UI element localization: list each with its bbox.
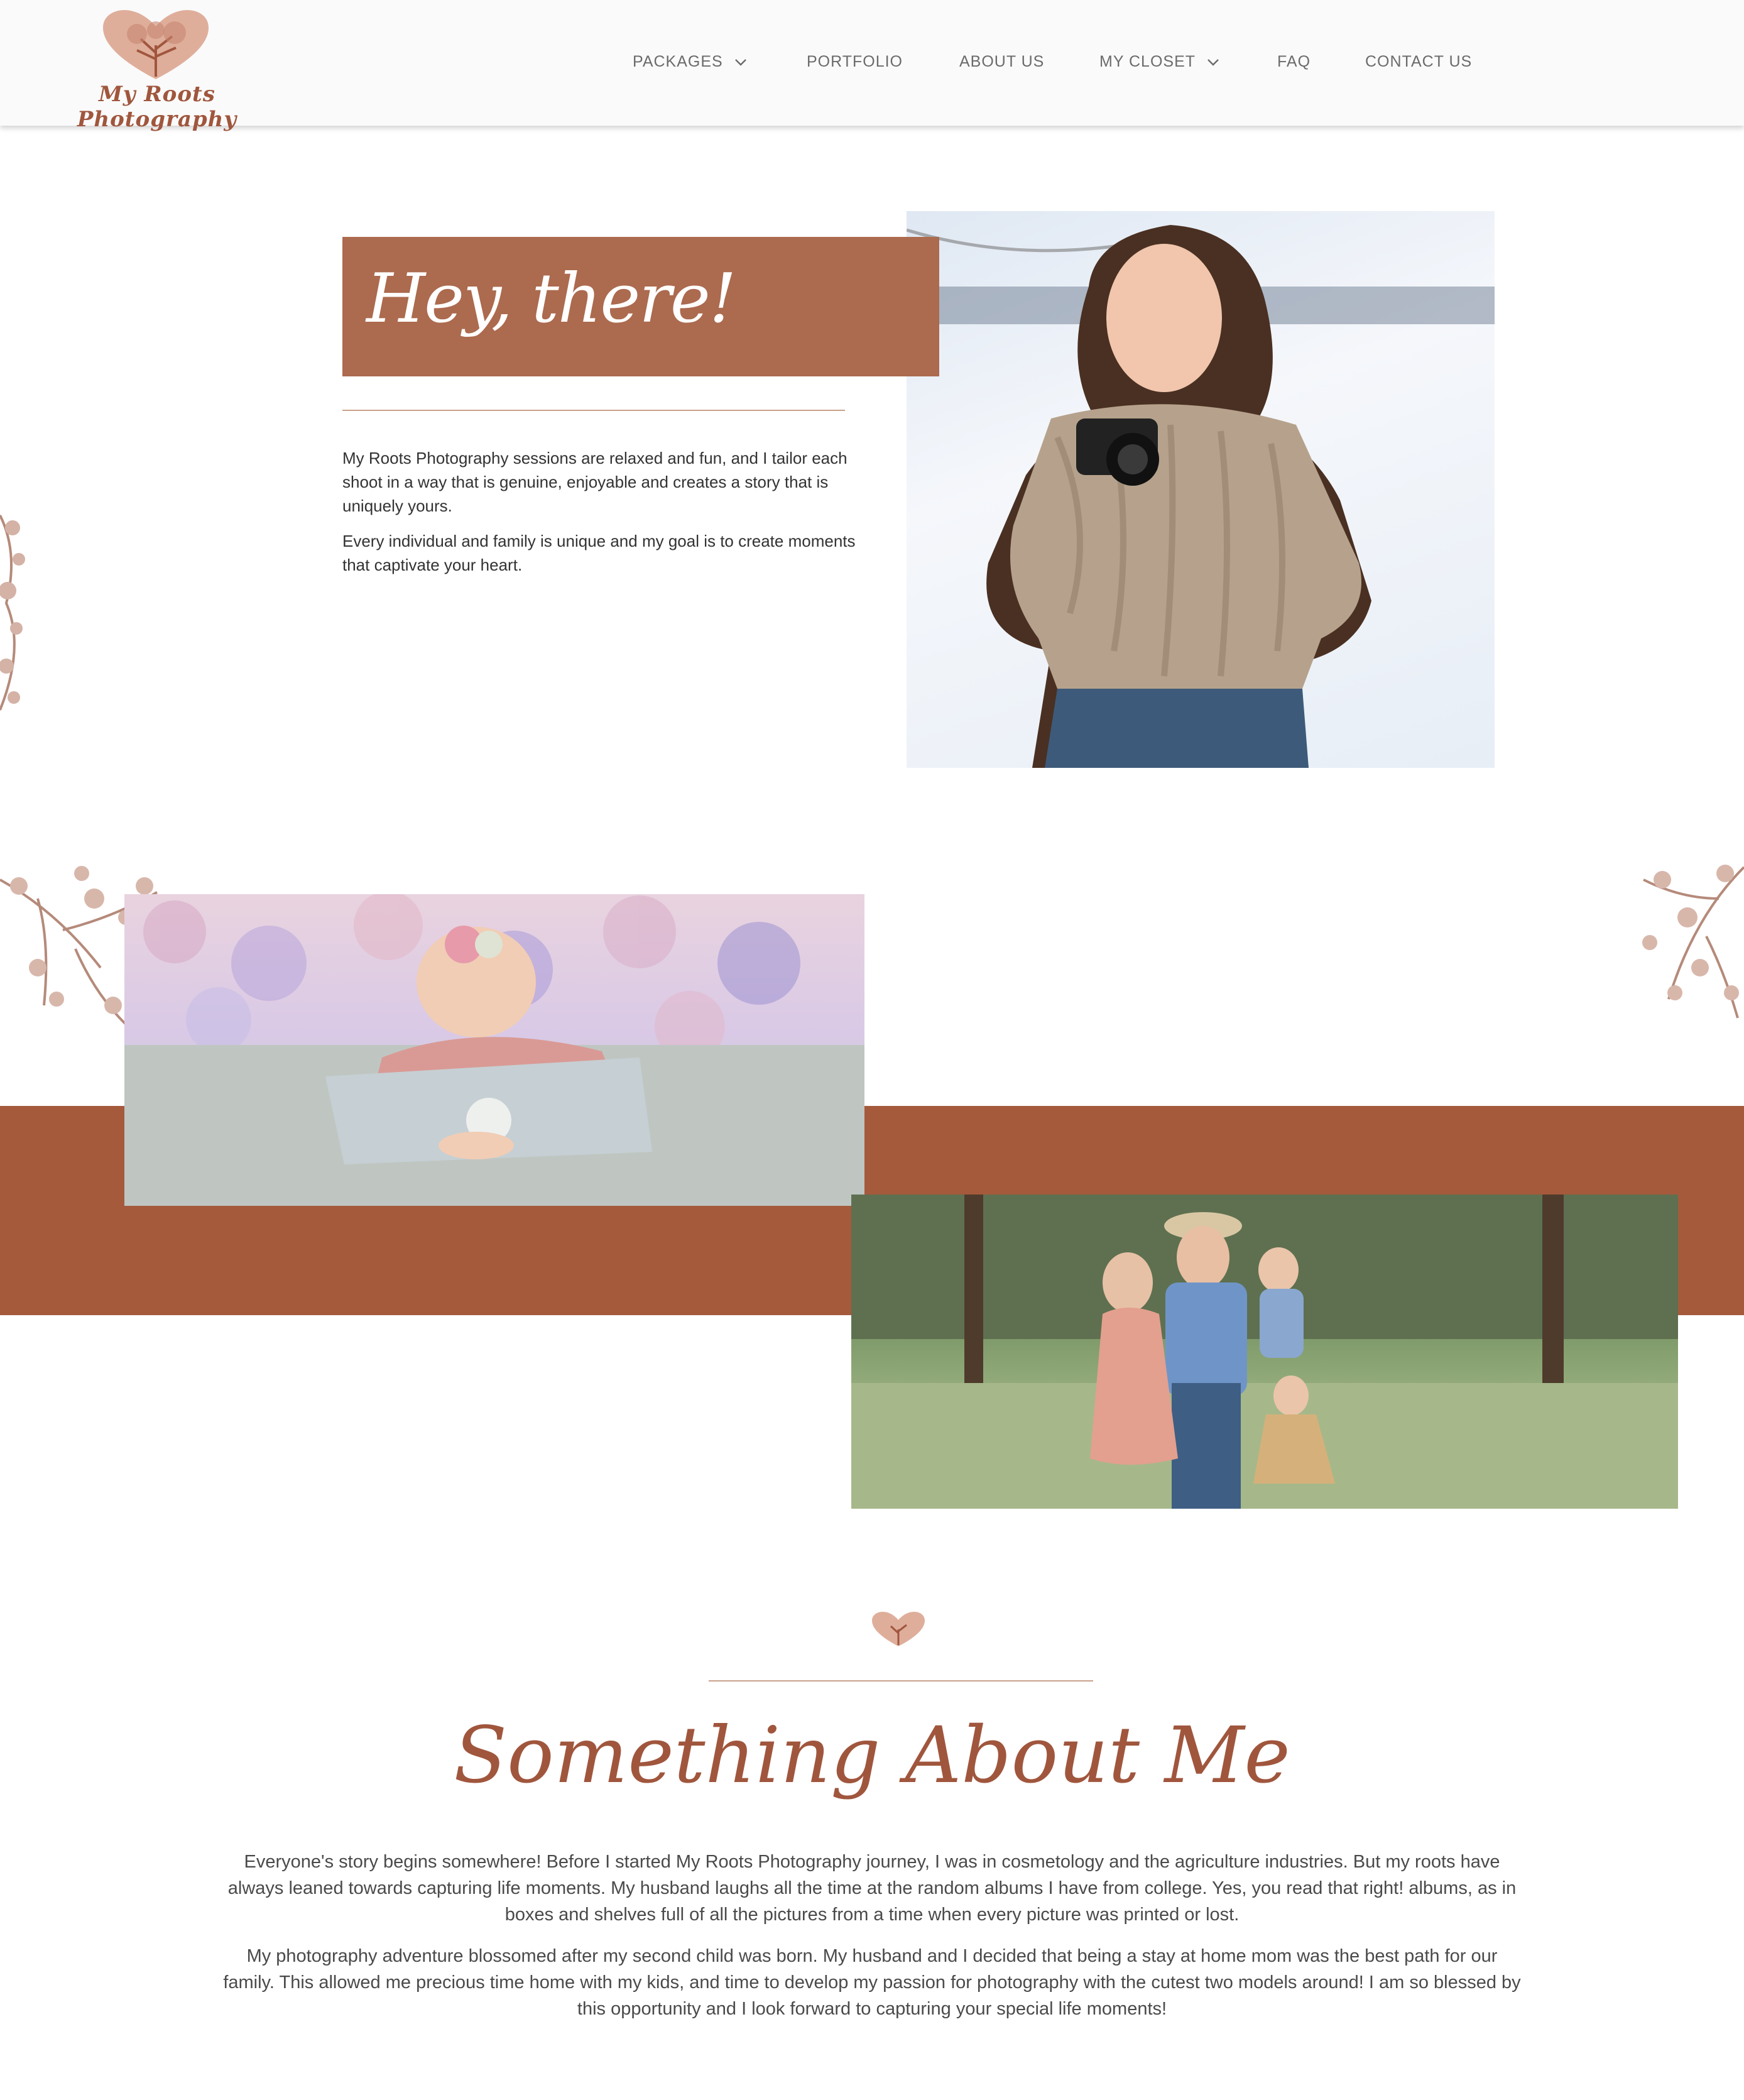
intro-title: Hey, there!: [366, 260, 736, 338]
about-text: Everyone's story begins somewhere! Befor…: [223, 1849, 1521, 2037]
intro-paragraph: Every individual and family is unique an…: [342, 532, 856, 574]
nav-packages-label: PACKAGES: [633, 53, 723, 70]
photographer-portrait-photo: [907, 211, 1495, 768]
photographer-portrait-image: [907, 225, 1495, 768]
about-paragraph: My photography adventure blossomed after…: [223, 1946, 1521, 2019]
chevron-down-icon: [734, 58, 746, 66]
intro-divider: [342, 410, 845, 411]
nav-portfolio-label: PORTFOLIO: [807, 53, 903, 70]
nav-faq-label: FAQ: [1277, 53, 1311, 70]
nav-my-closet[interactable]: MY CLOSET: [1099, 53, 1219, 71]
branch-decoration-icon: [1642, 865, 1744, 1019]
chevron-down-icon: [1207, 58, 1219, 66]
nav-portfolio[interactable]: PORTFOLIO: [807, 53, 903, 71]
nav-faq[interactable]: FAQ: [1277, 53, 1311, 71]
intro-title-box: Hey, there!: [342, 237, 939, 376]
branch-decoration-icon: [0, 515, 25, 711]
nav-my-closet-label: MY CLOSET: [1099, 53, 1196, 70]
about-title: Something About Me: [454, 1710, 1290, 1801]
family-photo: [851, 1195, 1678, 1509]
nav-packages[interactable]: PACKAGES: [633, 53, 747, 71]
nav-about-us-label: ABOUT US: [959, 53, 1045, 70]
intro-paragraph: My Roots Photography sessions are relaxe…: [342, 449, 847, 515]
heart-tree-logo-icon: [103, 10, 209, 79]
heart-tree-icon: [872, 1612, 925, 1646]
nav-about-us[interactable]: ABOUT US: [959, 53, 1044, 71]
about-divider: [709, 1680, 1093, 1682]
about-paragraph: Everyone's story begins somewhere! Befor…: [227, 1852, 1517, 1925]
baby-portrait-image: [124, 894, 864, 1206]
nav-contact-us-label: CONTACT US: [1365, 53, 1473, 70]
baby-photo: [124, 894, 864, 1206]
nav-contact-us[interactable]: CONTACT US: [1365, 53, 1472, 71]
logo-text: My Roots Photography: [77, 82, 237, 132]
site-header: My Roots Photography PACKAGES PORTFOLIO …: [0, 0, 1744, 132]
site-logo[interactable]: My Roots Photography: [19, 9, 295, 132]
intro-text: My Roots Photography sessions are relaxe…: [342, 446, 858, 588]
family-portrait-image: [851, 1195, 1678, 1509]
